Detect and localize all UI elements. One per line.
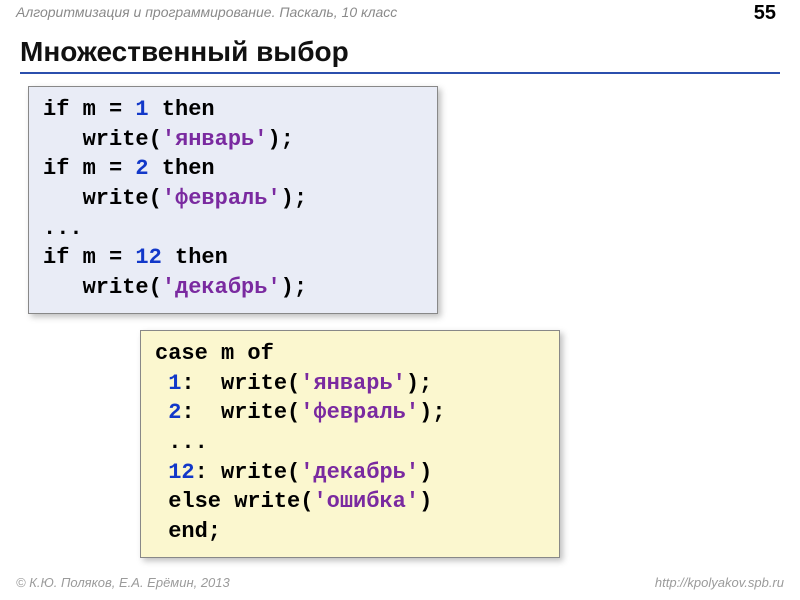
header-bar: Алгоритмизация и программирование. Паска… — [0, 0, 800, 30]
code-line: if m = 2 then — [43, 154, 423, 184]
footer-url: http://kpolyakov.spb.ru — [655, 575, 784, 590]
code-line: else write('ошибка') — [155, 487, 545, 517]
code-line: write('декабрь'); — [43, 273, 423, 303]
code-line: if m = 1 then — [43, 95, 423, 125]
copyright: © К.Ю. Поляков, Е.А. Ерёмин, 2013 — [16, 575, 230, 590]
code-line: 2: write('февраль'); — [155, 398, 545, 428]
code-line: 1: write('январь'); — [155, 369, 545, 399]
page-number: 55 — [754, 2, 776, 25]
code-line: ... — [155, 428, 545, 458]
code-line: case m of — [155, 339, 545, 369]
code-line: 12: write('декабрь') — [155, 458, 545, 488]
code-line: write('февраль'); — [43, 184, 423, 214]
code-block-case: case m of 1: write('январь'); 2: write('… — [140, 330, 560, 558]
page-title: Множественный выбор — [20, 36, 780, 74]
breadcrumb: Алгоритмизация и программирование. Паска… — [16, 4, 397, 20]
code-line: if m = 12 then — [43, 243, 423, 273]
code-line: end; — [155, 517, 545, 547]
code-block-if: if m = 1 then write('январь');if m = 2 t… — [28, 86, 438, 314]
footer: © К.Ю. Поляков, Е.А. Ерёмин, 2013 http:/… — [16, 575, 784, 590]
code-line: write('январь'); — [43, 125, 423, 155]
code-line: ... — [43, 214, 423, 244]
